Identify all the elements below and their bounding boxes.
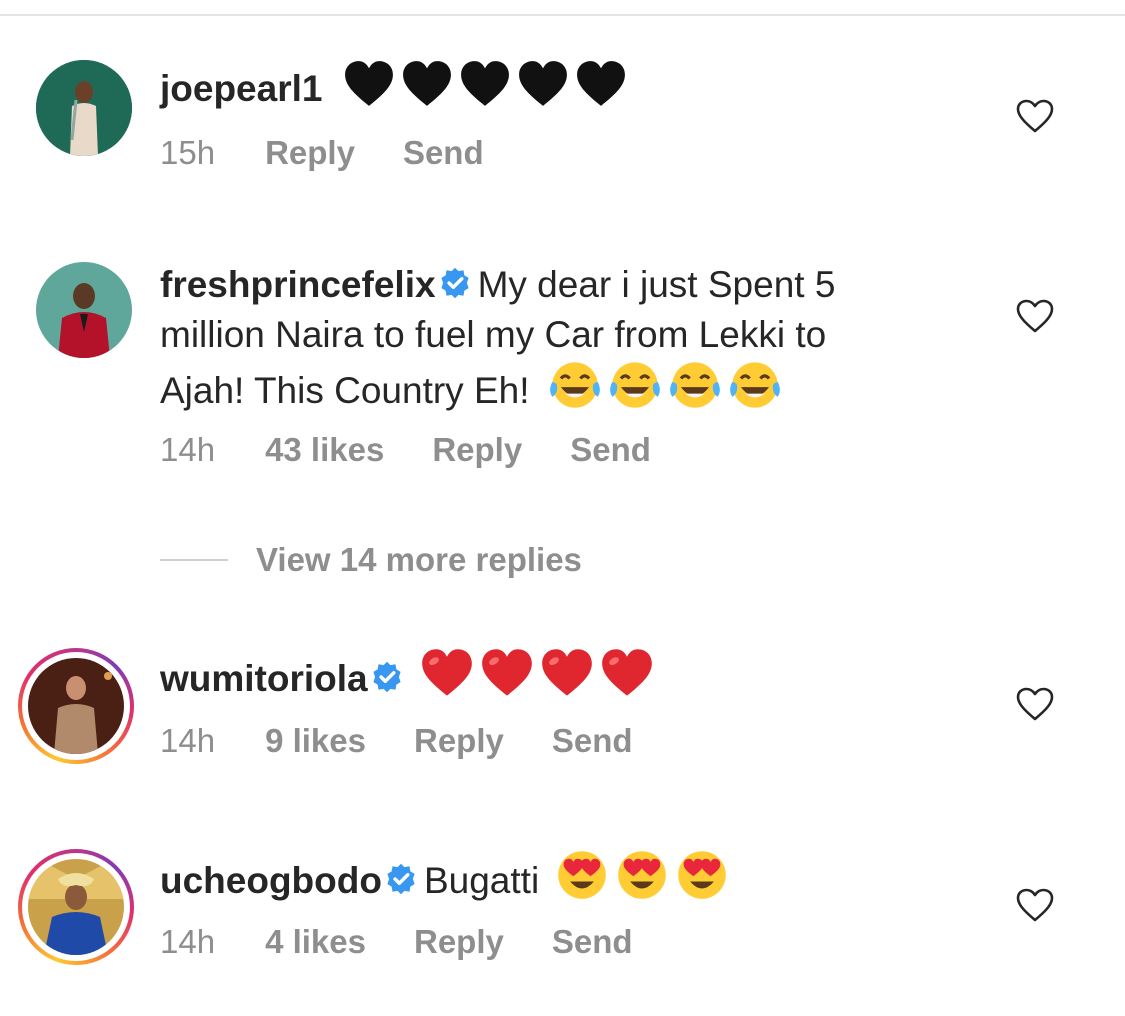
tears-of-joy-icon bbox=[548, 358, 602, 423]
tears-of-joy-icon bbox=[608, 358, 662, 423]
tears-of-joy-icon bbox=[668, 358, 722, 423]
comment-body: joepearl1 bbox=[160, 58, 980, 121]
heart-eyes-icon bbox=[675, 848, 729, 913]
black-heart-icon bbox=[517, 58, 569, 121]
reply-button[interactable]: Reply bbox=[414, 923, 504, 960]
like-heart-icon[interactable] bbox=[1015, 298, 1055, 334]
reply-button[interactable]: Reply bbox=[414, 722, 504, 759]
timestamp: 15h bbox=[160, 134, 216, 171]
tears-of-joy-icon bbox=[728, 358, 782, 423]
comment-text-line-1: My dear i just Spent 5 bbox=[477, 264, 836, 305]
timestamp: 14h bbox=[160, 431, 216, 468]
red-heart-icon bbox=[480, 646, 534, 711]
send-button[interactable]: Send bbox=[552, 923, 633, 960]
red-heart-icon bbox=[540, 646, 594, 711]
likes-count[interactable]: 9 likes bbox=[265, 722, 366, 759]
reply-button[interactable]: Reply bbox=[432, 431, 522, 468]
timestamp: 14h bbox=[160, 722, 216, 759]
red-heart-icon bbox=[600, 646, 654, 711]
avatar[interactable] bbox=[36, 262, 132, 358]
avatar[interactable] bbox=[28, 859, 124, 955]
black-heart-icon bbox=[401, 58, 453, 121]
story-ring[interactable] bbox=[18, 648, 134, 764]
comment-text-line-2: million Naira to fuel my Car from Lekki … bbox=[160, 314, 827, 355]
send-button[interactable]: Send bbox=[403, 134, 484, 171]
view-more-replies[interactable]: View 14 more replies bbox=[160, 538, 582, 582]
comment-body: freshprincefelix My dear i just Spent 5 m… bbox=[160, 261, 980, 423]
comment-text-line-3: Ajah! This Country Eh! bbox=[160, 370, 530, 411]
comment-text: Bugatti bbox=[423, 860, 540, 901]
comment-meta: 15h Reply Send bbox=[160, 134, 532, 172]
comment-meta: 14h 4 likes Reply Send bbox=[160, 923, 681, 961]
verified-badge-icon bbox=[438, 264, 472, 311]
top-divider bbox=[0, 14, 1125, 16]
verified-badge-icon bbox=[370, 658, 404, 705]
username[interactable]: wumitoriola bbox=[160, 658, 368, 699]
likes-count[interactable]: 43 likes bbox=[265, 431, 384, 468]
black-heart-icon bbox=[575, 58, 627, 121]
likes-count[interactable]: 4 likes bbox=[265, 923, 366, 960]
story-ring[interactable] bbox=[18, 849, 134, 965]
avatar[interactable] bbox=[36, 60, 132, 156]
black-heart-icon bbox=[343, 58, 395, 121]
timestamp: 14h bbox=[160, 923, 216, 960]
heart-eyes-icon bbox=[555, 848, 609, 913]
username[interactable]: freshprincefelix bbox=[160, 264, 436, 305]
send-button[interactable]: Send bbox=[570, 431, 651, 468]
divider bbox=[160, 559, 228, 561]
reply-button[interactable]: Reply bbox=[265, 134, 355, 171]
comment-meta: 14h 43 likes Reply Send bbox=[160, 431, 699, 469]
heart-eyes-icon bbox=[615, 848, 669, 913]
comment-body: ucheogbodo Bugatti bbox=[160, 848, 980, 913]
view-more-replies-label[interactable]: View 14 more replies bbox=[256, 541, 582, 579]
comment-meta: 14h 9 likes Reply Send bbox=[160, 722, 681, 760]
username[interactable]: joepearl1 bbox=[160, 68, 322, 109]
avatar[interactable] bbox=[28, 658, 124, 754]
verified-badge-icon bbox=[384, 860, 418, 907]
like-heart-icon[interactable] bbox=[1015, 98, 1055, 134]
username[interactable]: ucheogbodo bbox=[160, 860, 382, 901]
send-button[interactable]: Send bbox=[552, 722, 633, 759]
like-heart-icon[interactable] bbox=[1015, 686, 1055, 722]
red-heart-icon bbox=[420, 646, 474, 711]
like-heart-icon[interactable] bbox=[1015, 887, 1055, 923]
black-heart-icon bbox=[459, 58, 511, 121]
comment-body: wumitoriola bbox=[160, 646, 980, 711]
